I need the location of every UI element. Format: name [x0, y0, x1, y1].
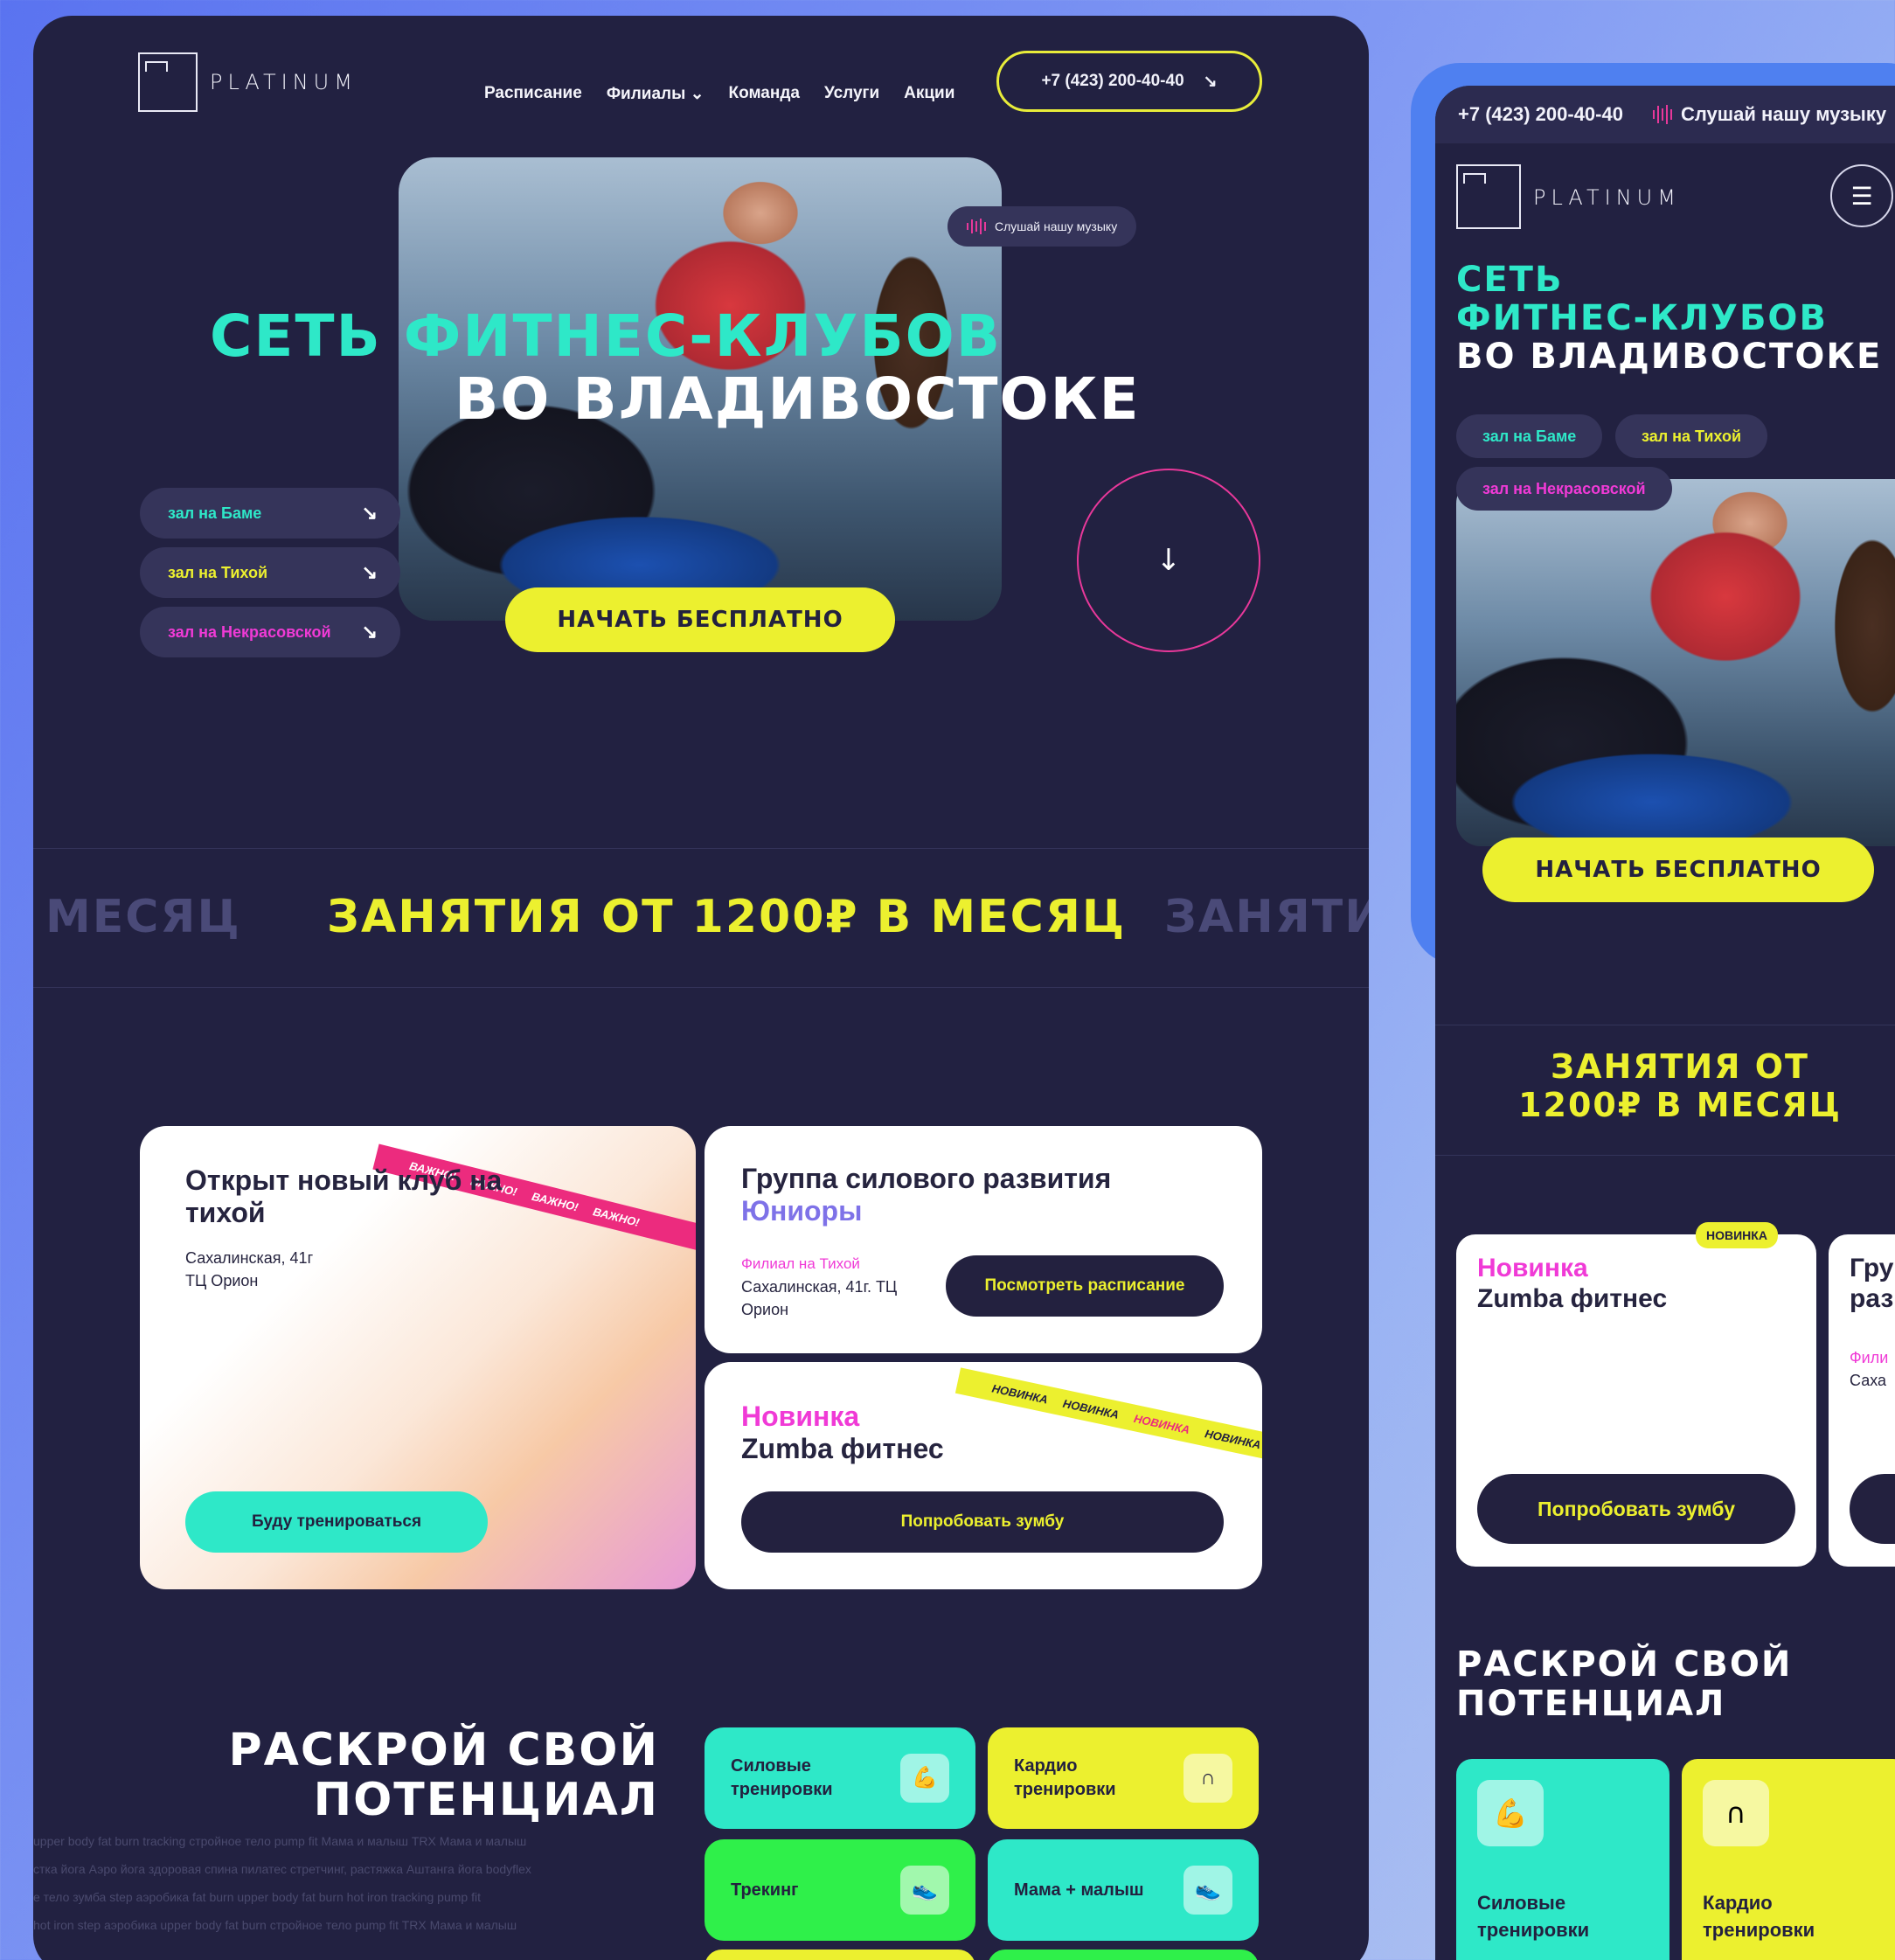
- music-button[interactable]: Слушай нашу музыку: [948, 206, 1137, 247]
- club-label: зал на Тихой: [168, 563, 268, 581]
- mobile-start-free-button[interactable]: НАЧАТЬ БЕСПЛАТНО: [1482, 838, 1874, 902]
- logo-text[interactable]: PLATINUM: [210, 70, 357, 94]
- tag-cloud-row: е тело зумба step аэробика fat burn uppe…: [33, 1890, 481, 1904]
- mobile-potential-heading: РАСКРОЙ СВОЙ ПОТЕНЦИАЛ: [1456, 1644, 1793, 1724]
- mobile-hero-image: [1456, 479, 1895, 846]
- will-train-button[interactable]: Буду тренироваться: [185, 1491, 488, 1553]
- card-address: Фили Саха: [1850, 1349, 1889, 1390]
- arrow-down-right-icon: ↘: [361, 502, 378, 524]
- logo-mark[interactable]: [1456, 164, 1521, 229]
- promo-card-zumba: НОВИНКА НОВИНКА НОВИНКА НОВИНКА Новинка Zumb…: [705, 1362, 1262, 1589]
- promo-card-juniors: Группа силового развития Юниоры Филиал на…: [705, 1126, 1262, 1353]
- card-title: Новинка Zumba фитнес: [741, 1400, 944, 1464]
- card-address: Филиал на Тихой Сахалинская, 41г. ТЦ Ори…: [741, 1255, 898, 1318]
- tile-more[interactable]: [988, 1950, 1259, 1960]
- mobile-club-nekrasovskaya[interactable]: зал на Некрасовской: [1456, 467, 1672, 511]
- card-title: Открыт новый клуб на тихой: [185, 1164, 503, 1228]
- nav-services[interactable]: Услуги: [824, 84, 879, 104]
- tile-more[interactable]: [705, 1950, 975, 1960]
- mobile-club-tikhaya[interactable]: зал на Тихой: [1615, 414, 1768, 458]
- mobile-page: +7 (423) 200-40-40 Слушай нашу музыку PL…: [1435, 86, 1895, 1960]
- tile-label: Силовые тренировки: [731, 1756, 833, 1799]
- mobile-tile-cardio[interactable]: ∩ Кардио тренировки: [1682, 1759, 1895, 1960]
- view-schedule-button[interactable]: Посмотреть расписание: [946, 1255, 1224, 1317]
- tile-tracking[interactable]: Трекинг 👟: [705, 1839, 975, 1941]
- nav-branches-label: Филиалы: [606, 85, 686, 103]
- music-label: Слушай нашу музыку: [1680, 103, 1887, 125]
- mobile-tile-strength[interactable]: 💪 Силовые тренировки: [1456, 1759, 1669, 1960]
- mobile-price-band: ЗАНЯТИЯ ОТ 1200₽ В МЕСЯЦ: [1435, 1025, 1895, 1156]
- arrow-down-right-icon: ↘: [361, 561, 378, 583]
- ticker-item: ЗАНЯТИЯ ОТ 1200₽ В МЕСЯЦ: [327, 891, 1127, 943]
- tile-strength[interactable]: Силовые тренировки 💪: [705, 1727, 975, 1829]
- price-ticker: МЕСЯЦ ЗАНЯТИЯ ОТ 1200₽ В МЕСЯЦ ЗАНЯТИ: [33, 848, 1369, 988]
- club-link-tikhaya[interactable]: зал на Тихой ↘: [140, 547, 400, 598]
- music-label: Слушай нашу музыку: [995, 219, 1118, 233]
- tile-label: Трекинг: [731, 1880, 799, 1900]
- desktop-page: PLATINUM Расписание Филиалы ⌄ Команда Ус…: [33, 16, 1369, 1960]
- card-title: Гру раз: [1850, 1254, 1894, 1313]
- tile-mom-baby[interactable]: Мама + малыш 👟: [988, 1839, 1259, 1941]
- mobile-phone[interactable]: +7 (423) 200-40-40: [1458, 103, 1623, 126]
- mobile-price-text: ЗАНЯТИЯ ОТ 1200₽ В МЕСЯЦ: [1518, 1047, 1842, 1124]
- equalizer-icon: [967, 219, 986, 234]
- tag-cloud-row: стка йога Аэро йога здоровая спина пилат…: [33, 1862, 531, 1876]
- jump-rope-icon: ∩: [1184, 1754, 1232, 1803]
- potential-heading: РАСКРОЙ СВОЙ ПОТЕНЦИАЛ: [228, 1724, 659, 1827]
- card-address: Сахалинская, 41г ТЦ Орион: [185, 1249, 314, 1290]
- tile-cardio[interactable]: Кардио тренировки ∩: [988, 1727, 1259, 1829]
- muscle-arm-icon: 💪: [900, 1754, 949, 1803]
- ticker-item: ЗАНЯТИ: [1164, 891, 1369, 943]
- nav-promos[interactable]: Акции: [904, 84, 954, 104]
- phone-button[interactable]: +7 (423) 200-40-40 ↘: [996, 51, 1262, 112]
- tile-label: Силовые тренировки: [1477, 1892, 1590, 1941]
- try-zumba-button[interactable]: Попробовать зумбу: [1477, 1474, 1795, 1544]
- sneaker-icon: 👟: [1184, 1866, 1232, 1915]
- try-zumba-button[interactable]: Попробовать зумбу: [741, 1491, 1224, 1553]
- tile-label: Кардио тренировки: [1014, 1756, 1116, 1799]
- tag-cloud-row: hot iron step аэробика upper body fat bu…: [33, 1918, 517, 1932]
- tile-label: Мама + малыш: [1014, 1880, 1144, 1900]
- logo-text[interactable]: PLATINUM: [1533, 185, 1681, 210]
- scroll-down-button[interactable]: ↓: [1077, 469, 1260, 652]
- arrow-down-icon: ↓: [1156, 543, 1182, 578]
- hero-title-line2: ВО ВЛАДИВОСТОКЕ: [455, 365, 1141, 433]
- mobile-card-juniors: Гру раз Фили Саха: [1829, 1234, 1895, 1567]
- muscle-arm-icon: 💪: [1477, 1780, 1544, 1846]
- card-title: Новинка Zumba фитнес: [1477, 1254, 1668, 1313]
- nav-branches[interactable]: Филиалы ⌄: [607, 84, 705, 104]
- mobile-card-zumba: НОВИНКА Новинка Zumba фитнес Попробовать …: [1456, 1222, 1816, 1567]
- ticker-item: МЕСЯЦ: [45, 891, 241, 943]
- mobile-club-bam[interactable]: зал на Баме: [1456, 414, 1603, 458]
- club-label: зал на Некрасовской: [168, 622, 331, 641]
- equalizer-icon: [1652, 105, 1672, 124]
- mobile-music-button[interactable]: Слушай нашу музыку: [1652, 103, 1887, 126]
- logo-mark[interactable]: [138, 52, 198, 112]
- hero-title-line1: СЕТЬ ФИТНЕС-КЛУБОВ: [210, 302, 1003, 370]
- arrow-down-right-icon: ↘: [1203, 72, 1218, 91]
- club-link-nekrasovskaya[interactable]: зал на Некрасовской ↘: [140, 607, 400, 657]
- start-free-button[interactable]: НАЧАТЬ БЕСПЛАТНО: [505, 587, 895, 652]
- club-link-bam[interactable]: зал на Баме ↘: [140, 488, 400, 539]
- new-badge: НОВИНКА: [1696, 1222, 1778, 1248]
- menu-icon[interactable]: ☰: [1830, 164, 1893, 227]
- sneaker-icon: 👟: [900, 1866, 949, 1915]
- view-schedule-button[interactable]: [1850, 1474, 1895, 1544]
- jump-rope-icon: ∩: [1703, 1780, 1769, 1846]
- nav-schedule[interactable]: Расписание: [484, 84, 582, 104]
- phone-number: +7 (423) 200-40-40: [1041, 72, 1184, 90]
- promo-card-new-club: ВАЖНО! ВАЖНО! ВАЖНО! ВАЖНО! Открыт новый кл…: [140, 1126, 696, 1589]
- club-label: зал на Баме: [168, 504, 262, 522]
- tag-cloud-row: upper body fat burn tracking стройное те…: [33, 1834, 527, 1848]
- new-ribbon: НОВИНКА НОВИНКА НОВИНКА НОВИНКА: [954, 1367, 1262, 1477]
- card-title: Группа силового развития Юниоры: [741, 1163, 1112, 1227]
- mobile-hero-title: СЕТЬ ФИТНЕС-КЛУБОВ ВО ВЛАДИВОСТОКЕ: [1456, 260, 1883, 377]
- main-nav: Расписание Филиалы ⌄ Команда Услуги Акци…: [484, 84, 954, 104]
- tile-label: Кардио тренировки: [1703, 1892, 1815, 1941]
- chevron-down-icon: ⌄: [690, 85, 705, 103]
- mobile-topbar: +7 (423) 200-40-40 Слушай нашу музыку: [1435, 86, 1895, 143]
- arrow-down-right-icon: ↘: [361, 621, 378, 643]
- nav-team[interactable]: Команда: [729, 84, 800, 104]
